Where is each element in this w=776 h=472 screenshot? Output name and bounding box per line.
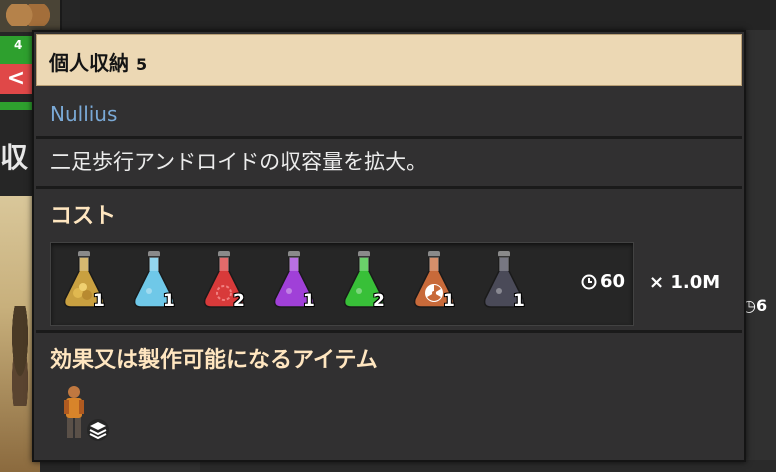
ingredient-count: 1: [443, 291, 455, 311]
background-item-thumbnail[interactable]: [0, 0, 62, 32]
background-back-button[interactable]: <: [0, 64, 32, 94]
clock-icon: [581, 274, 597, 289]
tooltip-title-name: 個人収納: [49, 51, 129, 75]
divider: [36, 186, 742, 189]
mod-name: Nullius: [50, 102, 118, 126]
research-time: 60: [581, 271, 625, 292]
ingredient-count: 2: [373, 291, 385, 311]
green-flask-icon[interactable]: 2: [333, 249, 403, 321]
tooltip-title-level: 5: [135, 55, 148, 74]
tooltip-title: 個人収納 5: [49, 47, 147, 76]
technology-tooltip: 個人収納 5 Nullius 二足歩行アンドロイドの収容量を拡大。 コスト 11…: [32, 30, 746, 462]
ingredient-count: 2: [233, 291, 245, 311]
background-panel-header: [80, 0, 776, 30]
background-time-value: 6: [755, 296, 768, 315]
android-unit-stack-icon[interactable]: [58, 382, 114, 452]
cost-heading: コスト: [50, 204, 117, 229]
ingredient-count: 1: [303, 291, 315, 311]
red-flask-icon[interactable]: 2: [193, 249, 263, 321]
background-green-badge-label: 4: [14, 38, 23, 52]
tooltip-description: 二足歩行アンドロイドの収容量を拡大。: [50, 150, 428, 174]
background-progress-bar: [0, 102, 34, 110]
gold-ore-flask-icon[interactable]: 1: [53, 249, 123, 321]
unlocks-heading: 効果又は製作可能になるアイテム: [50, 348, 378, 373]
divider: [36, 330, 742, 333]
tooltip-title-bar: 個人収納 5: [36, 34, 742, 86]
cost-multiplier: × 1.0M: [649, 272, 721, 293]
radiation-flask-icon[interactable]: 1: [403, 249, 473, 321]
background-heading-fragment: 収: [0, 141, 29, 174]
gray-flask-icon[interactable]: 1: [473, 249, 543, 321]
ingredient-count: 1: [513, 291, 525, 311]
cost-panel: 1 1 2 1 2 1 1 60: [50, 242, 634, 326]
purple-flask-icon[interactable]: 1: [263, 249, 333, 321]
ingredient-count: 1: [93, 291, 105, 311]
cyan-flask-icon[interactable]: 1: [123, 249, 193, 321]
research-time-value: 60: [600, 271, 626, 292]
ingredient-count: 1: [163, 291, 175, 311]
divider: [36, 136, 742, 139]
